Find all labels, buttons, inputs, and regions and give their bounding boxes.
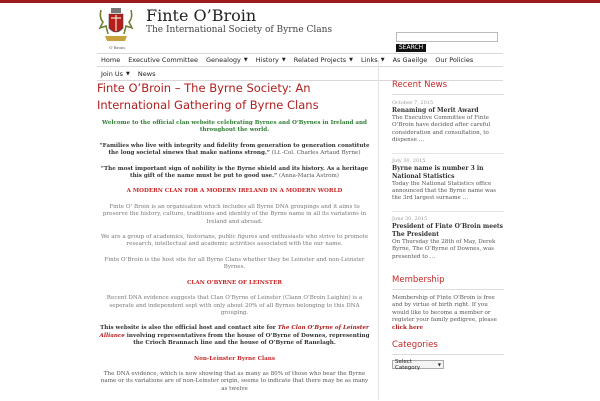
site-title[interactable]: Finte O’Broin [146,6,256,25]
divider [392,94,504,95]
divider [392,210,504,212]
intro-paragraph: Finte O’ Broin is an organisation which … [102,203,367,225]
clan-motto: A MODERN CLAN FOR A MODERN IRELAND IN A … [126,188,343,195]
nav-item-label: History [255,56,279,64]
non-leinster-heading: Non-Leinster Byrne Clans [193,355,276,362]
news-post: July 30, 2015 Byrne name is number 3 in … [392,158,504,203]
dropdown-arrow-icon: ▼ [126,70,130,77]
alliance-text-start: This website is also the official host a… [100,325,278,332]
membership-text: Membership of Finte O’Broin is free and … [392,295,504,332]
nav-item-label: Home [101,56,121,64]
post-excerpt: The Executive Committee of Finte O’Broin… [392,115,491,144]
nav-item-join-us[interactable]: Join Us ▼ [97,70,134,78]
page-title: Finte O’Broin – The Byrne Society: An In… [97,81,319,112]
quote-attribution: (Lt.-Col. Charles Artaud Byrne) [270,150,361,157]
clan-crest-logo[interactable] [97,6,135,46]
quote-integrity: “Families who live with integrity and fi… [97,143,372,158]
category-select-value: Select Category [395,358,421,371]
nav-item-label: Join Us [101,69,124,78]
divider [392,354,504,356]
top-accent-line [0,0,600,3]
about-paragraph: We are a group of academics, historians,… [100,234,369,248]
dna-evidence-paragraph: The DNA evidence, which is now showing t… [100,370,369,392]
nav-item-label: Links [361,56,378,64]
leinster-heading: CLAN O’BYRNE OF LEINSTER [186,279,283,286]
nav-item-history[interactable]: History ▼ [252,56,290,64]
nav-item-label: Related Projects [293,56,347,64]
alliance-text-end: involving representatives from the house… [124,332,370,347]
chevron-down-icon: ▼ [437,362,441,368]
main-content: Finte O’Broin – The Byrne Society: An In… [97,80,372,401]
nav-item-label: News [137,69,156,78]
post-date: June 30, 2015 [392,215,428,222]
site-tagline: The International Society of Byrne Clans [146,25,333,35]
membership-description: Membership of Finte O’Broin is free and … [392,295,497,324]
nav-item-label: Genealogy [206,56,241,64]
post-title-link[interactable]: Renaming of Merit Award [392,107,504,115]
divider [392,289,504,291]
news-post: June 30, 2015 President of Finte O’Broin… [392,216,504,261]
dna-paragraph: Recent DNA evidence suggests that Clan O… [106,295,363,316]
divider [392,152,504,154]
sidebar-widgets: Recent News October 7, 2015 Renaming of … [392,80,504,371]
crest-caption: O’Broin [109,45,125,50]
nav-item-home[interactable]: Home [97,56,124,64]
nav-item-related-projects[interactable]: Related Projects ▼ [290,56,357,64]
news-post: October 7, 2015 Renaming of Merit Award … [392,100,504,145]
categories-heading: Categories [392,340,438,351]
quote-attribution: (Anna-Maria Astrom) [277,173,339,180]
post-date: October 7, 2015 [392,100,434,106]
alliance-paragraph: This website is also the official host a… [97,325,372,347]
welcome-text: Welcome to the official clan website cel… [102,120,367,134]
post-date: July 30, 2015 [392,157,426,164]
post-title-link[interactable]: President of Finte O’Broin meets The Pre… [392,223,504,239]
nav-item-genealogy[interactable]: Genealogy ▼ [202,56,252,64]
nav-item-label: Executive Committee [128,56,198,64]
dropdown-arrow-icon: ▼ [243,57,248,63]
category-select[interactable]: Select Category ▼ [392,358,444,371]
recent-news-heading: Recent News [392,80,448,90]
dropdown-arrow-icon: ▼ [281,57,286,63]
quote-nobility: “The most important sign of nobility is … [97,166,372,181]
post-title-link[interactable]: Byrne name is number 3 in National Stati… [392,165,504,181]
search-input[interactable] [396,32,498,42]
nav-item-executive-committee[interactable]: Executive Committee [124,56,202,64]
post-excerpt: Today the National Statistics office ann… [392,180,497,202]
nav-item-news[interactable]: News [134,70,160,78]
search-button[interactable]: SEARCH [396,44,426,52]
dropdown-arrow-icon: ▼ [349,57,353,63]
post-excerpt: On Thursday the 28th of May, Derek Byrne… [392,238,496,260]
membership-heading: Membership [392,275,445,286]
host-paragraph: Finte O’Broin is the host site for all B… [104,256,365,271]
sidebar: Recent News October 7, 2015 Renaming of … [378,60,504,400]
membership-click-here-link[interactable]: click here [392,325,423,331]
